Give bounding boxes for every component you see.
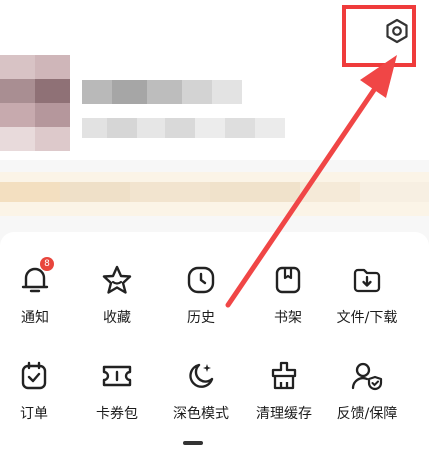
annotation-arrow	[225, 55, 397, 308]
